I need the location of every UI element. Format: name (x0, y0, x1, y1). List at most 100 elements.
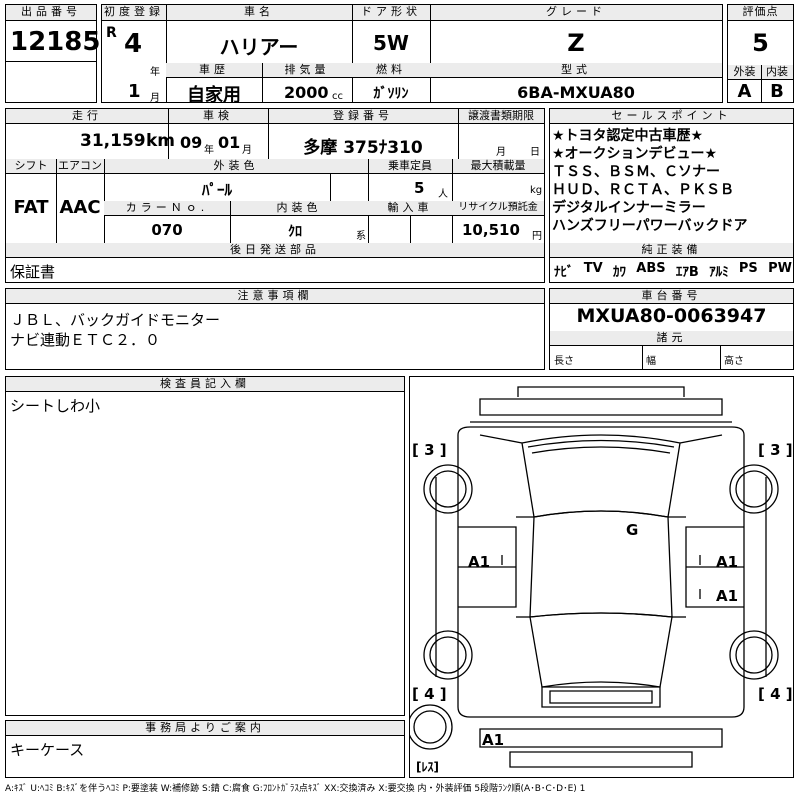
equipment-list: ﾅﾋﾞ TV ｶﾜ ABS ｴｱB ｱﾙﾐ PS PW (554, 261, 792, 280)
equipment-item: PS (738, 261, 758, 276)
spec-length-label: 長さ (554, 356, 574, 367)
sales-point-line: ＴＳＳ、ＢＳＭ、Ｃソナー (552, 164, 720, 180)
aircon-header: エアコン (56, 159, 104, 174)
import-header: 輸入車 (368, 201, 452, 216)
score-header: 評価点 (728, 5, 793, 21)
int-header: 内装 (761, 65, 793, 80)
color-no-value: 070 (151, 221, 183, 239)
right-top-tire-mark: [ 3 ] (758, 441, 793, 459)
notes-box: 注意事項欄 ＪＢＬ、バックガイドモニター ナビ連動ＥＴＣ２．０ (5, 288, 545, 370)
les-label: [ﾚｽ] (416, 760, 439, 774)
notes-header: 注意事項欄 (6, 289, 544, 304)
transfer-header: 譲渡書類期限 (458, 109, 544, 124)
right-front-door-damage-mark: A1 (716, 553, 738, 571)
ext-score: A (737, 81, 752, 102)
fuel-value: ｶﾞｿﾘﾝ (373, 86, 409, 102)
door-type: 5W (373, 31, 409, 55)
later-parts-header: 後日発送部品 (6, 243, 544, 258)
spec-height-label: 高さ (724, 356, 744, 367)
roof-damage-mark: G (626, 521, 638, 539)
history-header: 車歴 (166, 63, 262, 78)
car-name: ハリアー (219, 35, 299, 59)
chassis-number: MXUA80-0063947 (576, 305, 767, 327)
aircon-value: AAC (59, 197, 101, 218)
lot-box: 出品番号 12185 (5, 4, 101, 103)
recycle-value: 10,510 (462, 221, 520, 239)
equipment-item: ｶﾜ (613, 265, 626, 280)
inspector-note: シートしわ小 (10, 397, 101, 415)
mileage-unit: km (146, 131, 176, 151)
detail-box: 走行 車検 登録番号 譲渡書類期限 31,159 km 09 年 01 月 多摩… (5, 108, 545, 283)
exterior-color-value: ﾊﾟｰﾙ (201, 181, 232, 199)
model-header: 型式 (430, 63, 722, 78)
first-reg-year-unit: 年 (150, 67, 160, 78)
top-info-box: 初度登録 車名 ドア形状 グレード R 4 年 1 月 ハリアー 5W Z 車歴… (101, 4, 723, 106)
color-no-header: カラーＮｏ. (104, 201, 230, 216)
sales-point-line: ハンズフリーパワーバックドア (552, 218, 748, 234)
left-top-tire-mark: [ 3 ] (412, 441, 447, 459)
legend: A:ｷｽﾞ U:ﾍｺﾐ B:ｷｽﾞを伴うﾍｺﾐ P:要塗装 W:補修跡 S:錆 … (5, 784, 586, 794)
grade-header: グレード (430, 5, 722, 21)
first-reg-era: R (106, 25, 117, 41)
lot-number: 12185 (10, 27, 101, 57)
mileage-header: 走行 (6, 109, 168, 124)
shift-header: シフト (6, 159, 56, 174)
inspection-month: 01 (218, 133, 241, 152)
notes-line: ナビ連動ＥＴＣ２．０ (10, 331, 161, 349)
specs-header: 諸元 (550, 331, 793, 346)
inspection-year-unit: 年 (204, 145, 214, 156)
displacement-unit: cc (332, 91, 343, 102)
first-reg-month: 1 (128, 81, 141, 102)
max-load-unit: kg (530, 185, 543, 196)
car-diagram-box: [ 3 ] [ 3 ] [ 4 ] [ 4 ] G A1 A1 A1 A1 [ﾚ… (409, 376, 794, 778)
equipment-item: ｴｱB (675, 265, 699, 280)
sales-point-line: デジタルインナーミラー (552, 200, 706, 216)
chassis-header: 車台番号 (550, 289, 793, 304)
plate-value: 多摩 375ﾅ310 (303, 138, 423, 158)
inspector-box: 検査員記入欄 シートしわ小 (5, 376, 405, 716)
left-door-damage-mark: A1 (468, 553, 490, 571)
interior-color-header: 内装色 (230, 201, 368, 216)
grade-value: Z (567, 29, 585, 57)
office-header: 事務局よりご案内 (6, 721, 404, 736)
right-bottom-tire-mark: [ 4 ] (758, 685, 793, 703)
ext-header: 外装 (728, 65, 761, 80)
sales-point-line: ★オークションデビュー★ (552, 146, 718, 162)
capacity-value: 5 (414, 179, 425, 197)
notes-line: ＪＢＬ、バックガイドモニター (10, 311, 221, 329)
capacity-unit: 人 (438, 189, 448, 200)
right-rear-door-damage-mark: A1 (716, 587, 738, 605)
sales-points-box: セールスポイント ★トヨタ認定中古車歴★ ★オークションデビュー★ ＴＳＳ、ＢＳ… (549, 108, 794, 283)
door-header: ドア形状 (352, 5, 430, 21)
transfer-day-unit: 日 (530, 147, 540, 158)
recycle-unit: 円 (532, 231, 542, 242)
mileage-value: 31,159 (80, 131, 146, 151)
first-reg-month-unit: 月 (150, 93, 160, 104)
fuel-header: 燃料 (352, 63, 430, 78)
transfer-month-unit: 月 (496, 147, 506, 158)
interior-color-value: ｸﾛ (288, 224, 302, 240)
spec-width-label: 幅 (646, 356, 656, 367)
equipment-item: ｱﾙﾐ (709, 265, 729, 280)
displacement-value: 2000 (284, 83, 329, 102)
sales-point-line: ＨＵＤ、ＲＣＴＡ、ＰＫＳＢ (552, 182, 734, 198)
recycle-header: リサイクル預託金 (452, 201, 544, 216)
equipment-item: PW (768, 261, 792, 276)
int-score: B (770, 81, 784, 102)
plate-header: 登録番号 (268, 109, 458, 124)
equipment-header: 純正装備 (550, 243, 793, 258)
inspection-year: 09 (180, 133, 203, 152)
car-name-header: 車名 (166, 5, 352, 21)
lot-header: 出品番号 (6, 5, 96, 21)
capacity-header: 乗車定員 (368, 159, 452, 174)
score-value: 5 (752, 29, 769, 57)
first-reg-year: 4 (124, 29, 143, 59)
history-value: 自家用 (187, 85, 241, 106)
office-note: キーケース (10, 741, 85, 759)
equipment-item: ﾅﾋﾞ (554, 265, 574, 280)
model-value: 6BA-MXUA80 (517, 83, 635, 102)
max-load-header: 最大積載量 (452, 159, 544, 174)
sales-point-line: ★トヨタ認定中古車歴★ (552, 128, 704, 144)
interior-color-unit: 系 (356, 231, 366, 242)
sales-points-header: セールスポイント (550, 109, 793, 124)
